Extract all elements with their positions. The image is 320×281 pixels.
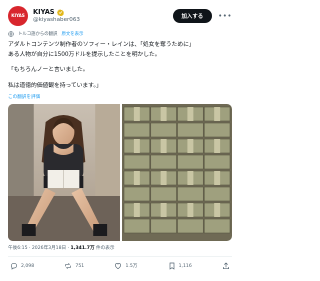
photo-cash-stacks[interactable]	[121, 104, 232, 242]
tweet-header: KIYAS KIYAS @kiyashaber063 加入する •••	[8, 4, 232, 28]
reply-button[interactable]: 2,098	[10, 262, 34, 270]
action-bar: 2,098 751 1.5万 1,116	[8, 262, 232, 270]
verified-badge-icon	[56, 9, 64, 17]
bookmark-button[interactable]: 1,116	[168, 262, 192, 270]
repost-icon	[65, 263, 72, 270]
user-handle[interactable]: @kiyashaber063	[33, 17, 173, 23]
like-count: 1.5万	[125, 264, 138, 270]
reply-icon	[10, 263, 18, 270]
show-original-link[interactable]: 原文を表示	[61, 31, 83, 37]
avatar[interactable]: KIYAS	[8, 6, 28, 26]
name-row: KIYAS	[33, 8, 173, 17]
repost-button[interactable]: 751	[64, 262, 84, 270]
display-name[interactable]: KIYAS	[33, 8, 55, 17]
translation-label: トルコ語からの翻訳	[18, 32, 58, 37]
tweet-text-line-4: 「もちろんノーと言いました。	[8, 67, 89, 74]
repost-count: 751	[75, 263, 85, 269]
tweet-text-line-6: 私は道徳的価値観を持っています。」	[8, 82, 102, 89]
tweet-text-line-1: アダルトコンテンツ制作者のソフィー・レインは、「処女を奪うために」	[8, 42, 195, 48]
share-button[interactable]	[222, 262, 230, 270]
more-icon[interactable]: •••	[218, 12, 232, 20]
tweet-text: アダルトコンテンツ制作者のソフィー・レインは、「処女を奪うために」 ある人物が自…	[8, 41, 232, 91]
view-label: 件の表示	[94, 246, 115, 252]
media-grid	[8, 104, 232, 242]
reply-count: 2,098	[21, 263, 35, 269]
like-button[interactable]: 1.5万	[114, 262, 137, 270]
bookmark-icon	[169, 263, 174, 270]
translation-row: トルコ語からの翻訳 原文を表示	[8, 31, 232, 37]
tweet: KIYAS KIYAS @kiyashaber063 加入する ••• トルコ語…	[0, 0, 240, 281]
heart-icon	[115, 263, 122, 270]
photo-woman[interactable]	[8, 104, 120, 242]
rate-translation-link[interactable]: この翻訳を評価	[8, 94, 232, 100]
view-count: 1,341.7万	[70, 246, 95, 252]
post-time: 午後6:15 · 2026年3月18日 ·	[8, 246, 71, 252]
translate-icon	[8, 31, 14, 37]
follow-button[interactable]: 加入する	[172, 9, 213, 23]
tweet-text-line-2: ある人物が自分に1500万ドルを提示したことを明かした。	[8, 51, 161, 58]
divider	[8, 256, 232, 258]
tweet-timestamp[interactable]: 午後6:15 · 2026年3月18日 · 1,341.7万 件の表示	[8, 245, 232, 251]
share-icon	[223, 262, 229, 270]
bookmark-count: 1,116	[178, 263, 192, 269]
user-info: KIYAS @kiyashaber063	[33, 8, 173, 23]
